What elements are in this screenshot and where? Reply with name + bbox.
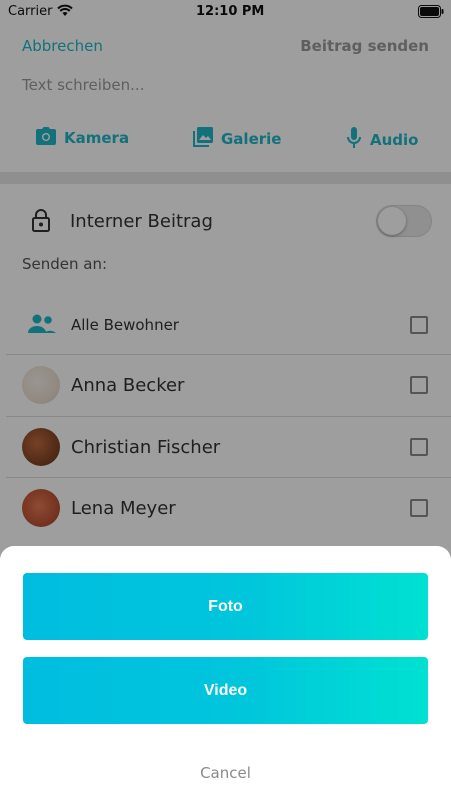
photo-button[interactable]: Foto — [23, 573, 428, 640]
video-button[interactable]: Video — [23, 657, 428, 724]
sheet-cancel-button[interactable]: Cancel — [0, 764, 451, 782]
